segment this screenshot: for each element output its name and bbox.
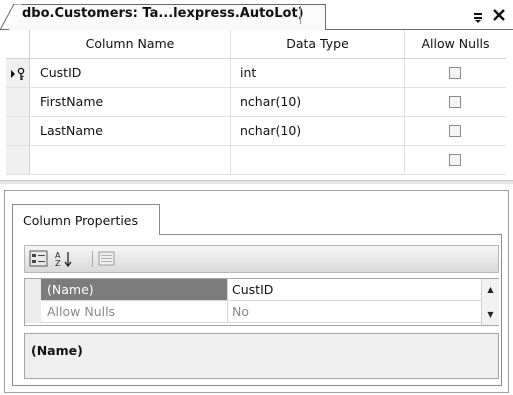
data-type-cell[interactable]: nchar(10) xyxy=(231,88,405,117)
row-selector[interactable] xyxy=(6,117,30,146)
tab-column-properties[interactable]: Column Properties xyxy=(12,204,160,235)
row-selector[interactable] xyxy=(6,59,30,88)
property-grid-scrollbar[interactable]: ▲ ▼ xyxy=(481,279,499,325)
document-tab-title[interactable]: dbo.Customers: Ta...lexpress.AutoLot) xyxy=(22,6,304,21)
data-type-cell[interactable]: nchar(10) xyxy=(231,117,405,146)
data-type-cell[interactable]: int xyxy=(231,59,405,88)
scroll-down-icon[interactable]: ▼ xyxy=(486,310,495,319)
allow-nulls-cell xyxy=(405,88,506,117)
properties-toolbar: A Z xyxy=(24,245,499,273)
property-row[interactable]: Allow Nulls No xyxy=(25,301,481,323)
row-selector-header[interactable] xyxy=(6,30,30,59)
allow-nulls-checkbox[interactable] xyxy=(449,67,461,79)
column-name-cell[interactable]: LastName xyxy=(30,117,231,146)
table-row[interactable]: FirstName nchar(10) xyxy=(6,88,506,117)
row-selector[interactable] xyxy=(6,146,30,175)
property-value[interactable]: CustID xyxy=(227,279,481,301)
column-name-cell[interactable]: FirstName xyxy=(30,88,231,117)
property-value[interactable]: No xyxy=(227,301,481,323)
column-name-cell[interactable]: CustID xyxy=(30,59,231,88)
row-selector[interactable] xyxy=(6,88,30,117)
allow-nulls-checkbox[interactable] xyxy=(449,96,461,108)
allow-nulls-cell xyxy=(405,117,506,146)
allow-nulls-cell xyxy=(405,59,506,88)
data-type-header[interactable]: Data Type xyxy=(231,30,405,59)
column-name-cell[interactable] xyxy=(30,146,231,175)
property-row-margin xyxy=(25,301,41,323)
primary-key-icon xyxy=(11,67,25,80)
allow-nulls-checkbox[interactable] xyxy=(449,154,461,166)
pane-splitter[interactable] xyxy=(0,180,513,184)
property-pages-icon[interactable] xyxy=(97,250,117,268)
categorized-icon[interactable] xyxy=(29,250,49,268)
property-name[interactable]: Allow Nulls xyxy=(41,301,227,323)
sort-az-icon[interactable]: A Z xyxy=(53,250,73,268)
svg-text:Z: Z xyxy=(55,259,61,268)
pin-icon[interactable] xyxy=(470,8,486,24)
column-name-header[interactable]: Column Name xyxy=(30,30,231,59)
property-name[interactable]: (Name) xyxy=(41,279,227,301)
allow-nulls-checkbox[interactable] xyxy=(449,125,461,137)
tab-divider xyxy=(300,6,315,24)
table-row[interactable]: CustID int xyxy=(6,59,506,88)
property-grid: (Name) CustID Allow Nulls No ▲ ▼ xyxy=(24,278,499,326)
property-row[interactable]: (Name) CustID xyxy=(25,279,481,301)
toolbar-separator xyxy=(92,251,93,267)
allow-nulls-cell xyxy=(405,146,506,175)
allow-nulls-header[interactable]: Allow Nulls xyxy=(405,30,506,59)
property-row-margin xyxy=(25,279,41,301)
table-row-new[interactable] xyxy=(6,146,506,175)
close-icon[interactable] xyxy=(491,7,507,23)
property-description-pane: (Name) xyxy=(24,333,499,379)
document-tab-strip: dbo.Customers: Ta...lexpress.AutoLot) xyxy=(0,0,513,30)
grid-header-row: Column Name Data Type Allow Nulls xyxy=(6,30,506,59)
data-type-cell[interactable] xyxy=(231,146,405,175)
table-row[interactable]: LastName nchar(10) xyxy=(6,117,506,146)
property-description-title: (Name) xyxy=(31,343,83,358)
scroll-up-icon[interactable]: ▲ xyxy=(486,285,495,294)
